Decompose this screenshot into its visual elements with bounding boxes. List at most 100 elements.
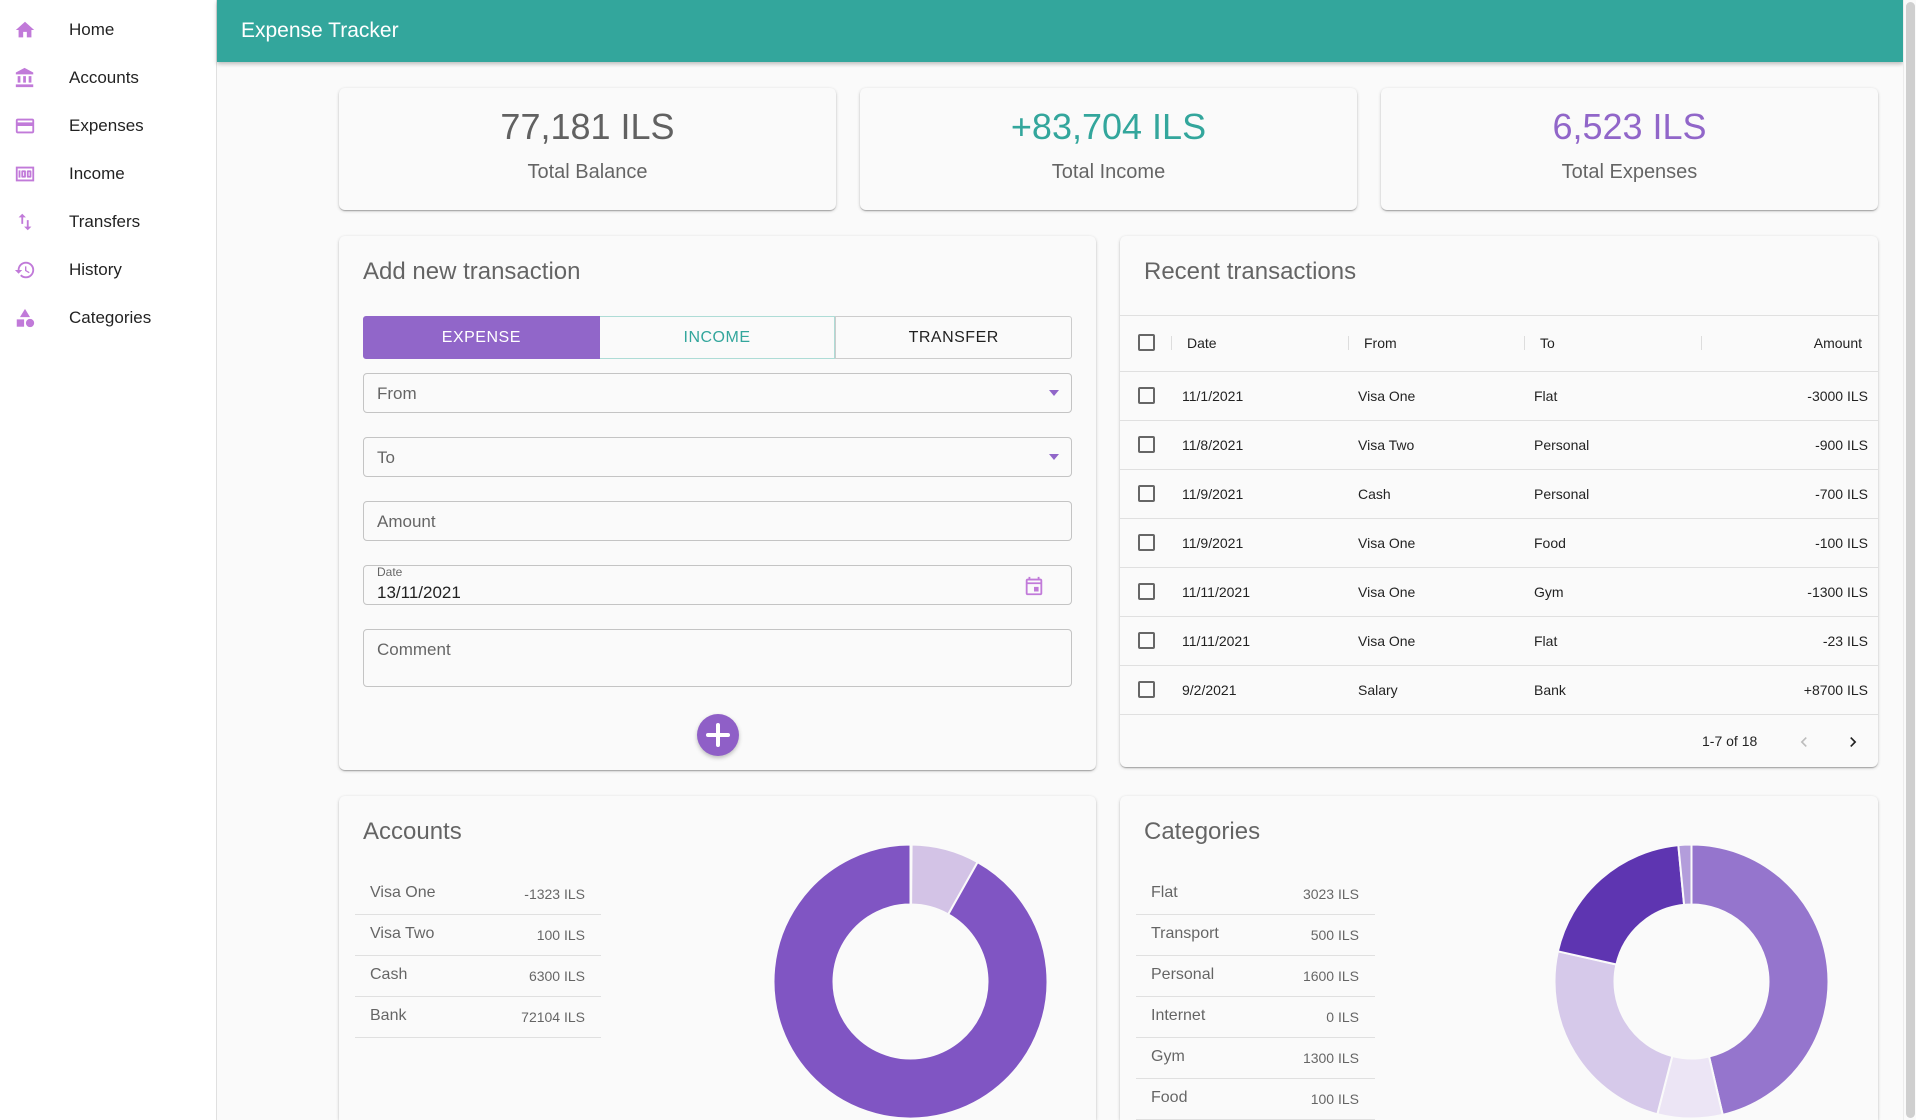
amount-input[interactable]: Amount bbox=[363, 501, 1072, 541]
pagination-label: 1-7 of 18 bbox=[1702, 733, 1758, 749]
list-item: Visa Two 100 ILS bbox=[355, 915, 601, 956]
sidebar: Home Accounts Expenses Income Transfers … bbox=[0, 0, 217, 1120]
to-select[interactable]: To bbox=[363, 437, 1072, 477]
row-amount: -900 ILS bbox=[1815, 437, 1868, 453]
date-input[interactable]: Date 13/11/2021 bbox=[363, 565, 1072, 605]
column-header-amount[interactable]: Amount bbox=[1814, 335, 1862, 351]
row-from: Salary bbox=[1358, 682, 1398, 698]
sidebar-item-accounts[interactable]: Accounts bbox=[0, 54, 216, 102]
row-from: Visa One bbox=[1358, 535, 1416, 551]
list-item: Food 100 ILS bbox=[1136, 1079, 1375, 1120]
row-to: Personal bbox=[1534, 486, 1590, 502]
sidebar-item-label: History bbox=[69, 260, 122, 279]
home-icon bbox=[14, 19, 36, 41]
row-checkbox[interactable] bbox=[1138, 632, 1155, 649]
column-header-to[interactable]: To bbox=[1540, 335, 1555, 351]
donut-slice-personal[interactable] bbox=[1553, 950, 1674, 1116]
sidebar-item-transfers[interactable]: Transfers bbox=[0, 198, 216, 246]
add-transaction-button[interactable] bbox=[697, 714, 739, 756]
row-date: 11/9/2021 bbox=[1182, 535, 1244, 551]
plus-icon bbox=[706, 723, 730, 747]
comment-input[interactable]: Comment bbox=[363, 629, 1072, 687]
chevron-down-icon bbox=[1049, 390, 1059, 396]
amount-placeholder: Amount bbox=[377, 512, 436, 531]
total-balance-value: 77,181 ILS bbox=[500, 106, 675, 147]
category-total: 500 ILS bbox=[1310, 927, 1359, 943]
row-date: 11/11/2021 bbox=[1182, 633, 1250, 649]
account-balance: 72104 ILS bbox=[521, 1009, 585, 1025]
account-name: Visa Two bbox=[370, 925, 435, 942]
account-balance: 100 ILS bbox=[536, 927, 585, 943]
recent-transactions-title: Recent transactions bbox=[1144, 258, 1357, 285]
select-all-checkbox[interactable] bbox=[1138, 334, 1155, 351]
income-tab[interactable]: INCOME bbox=[599, 316, 836, 359]
row-checkbox[interactable] bbox=[1138, 583, 1155, 600]
row-checkbox[interactable] bbox=[1138, 534, 1155, 551]
total-income-label: Total Income bbox=[1051, 161, 1166, 183]
account-name: Visa One bbox=[370, 884, 436, 901]
column-header-from[interactable]: From bbox=[1364, 335, 1397, 351]
column-header-date[interactable]: Date bbox=[1187, 335, 1217, 351]
expense-tab[interactable]: EXPENSE bbox=[363, 316, 600, 359]
category-name: Food bbox=[1151, 1089, 1188, 1106]
comment-placeholder: Comment bbox=[377, 640, 451, 659]
row-from: Visa Two bbox=[1358, 437, 1415, 453]
chevron-right-icon[interactable] bbox=[1843, 732, 1863, 752]
donut-slice-bank[interactable] bbox=[772, 843, 1049, 1120]
list-item: Gym 1300 ILS bbox=[1136, 1038, 1375, 1079]
row-checkbox[interactable] bbox=[1138, 485, 1155, 502]
sidebar-item-history[interactable]: History bbox=[0, 246, 216, 294]
sidebar-item-expenses[interactable]: Expenses bbox=[0, 102, 216, 150]
sidebar-item-home[interactable]: Home bbox=[0, 6, 216, 54]
transaction-type-toggle: EXPENSE INCOME TRANSFER bbox=[363, 316, 1073, 359]
category-name: Flat bbox=[1151, 884, 1178, 901]
list-item: Internet 0 ILS bbox=[1136, 997, 1375, 1038]
category-total: 0 ILS bbox=[1326, 1009, 1359, 1025]
column-separator bbox=[1701, 336, 1702, 350]
total-expenses-value: 6,523 ILS bbox=[1552, 106, 1707, 147]
app-bar: Expense Tracker bbox=[217, 0, 1903, 62]
sidebar-item-label: Categories bbox=[69, 308, 152, 327]
app-title: Expense Tracker bbox=[241, 19, 399, 42]
sidebar-item-income[interactable]: Income bbox=[0, 150, 216, 198]
list-item: Flat 3023 ILS bbox=[1136, 874, 1375, 915]
scrollbar-thumb[interactable] bbox=[1906, 2, 1915, 1118]
list-item: Cash 6300 ILS bbox=[355, 956, 601, 997]
sidebar-item-label: Transfers bbox=[69, 212, 141, 231]
page-scrollbar[interactable] bbox=[1903, 0, 1916, 1120]
category-name: Transport bbox=[1151, 925, 1219, 942]
categories-donut-chart bbox=[1553, 843, 1830, 1120]
donut-slice-gym[interactable] bbox=[1556, 844, 1686, 966]
credit-card-icon bbox=[14, 115, 36, 137]
row-checkbox[interactable] bbox=[1138, 681, 1155, 698]
date-value: 13/11/2021 bbox=[377, 583, 461, 602]
list-item: Transport 500 ILS bbox=[1136, 915, 1375, 956]
column-separator bbox=[1348, 336, 1349, 350]
calendar-icon[interactable] bbox=[1023, 575, 1045, 597]
from-select[interactable]: From bbox=[363, 373, 1072, 413]
sidebar-item-label: Accounts bbox=[69, 68, 139, 87]
account-balance: -1323 ILS bbox=[524, 886, 585, 902]
row-date: 11/9/2021 bbox=[1182, 486, 1244, 502]
to-placeholder: To bbox=[377, 448, 395, 467]
transfer-tab[interactable]: TRANSFER bbox=[835, 316, 1073, 359]
column-separator bbox=[1524, 336, 1525, 350]
category-total: 3023 ILS bbox=[1302, 886, 1359, 902]
row-to: Personal bbox=[1534, 437, 1590, 453]
row-from: Visa One bbox=[1358, 633, 1416, 649]
account-name: Cash bbox=[370, 966, 408, 983]
sidebar-item-categories[interactable]: Categories bbox=[0, 294, 216, 342]
categories-card: Categories Flat 3023 ILS Transport 500 I… bbox=[1120, 796, 1878, 1120]
row-checkbox[interactable] bbox=[1138, 436, 1155, 453]
row-to: Flat bbox=[1534, 388, 1558, 404]
row-amount: -700 ILS bbox=[1815, 486, 1868, 502]
category-icon bbox=[14, 307, 36, 329]
chevron-left-icon[interactable] bbox=[1794, 732, 1814, 752]
row-checkbox[interactable] bbox=[1138, 387, 1155, 404]
sidebar-item-label: Income bbox=[69, 164, 125, 183]
row-to: Gym bbox=[1534, 584, 1564, 600]
accounts-title: Accounts bbox=[363, 818, 462, 845]
row-amount: -100 ILS bbox=[1815, 535, 1868, 551]
category-name: Internet bbox=[1151, 1007, 1206, 1024]
history-icon bbox=[14, 259, 36, 281]
